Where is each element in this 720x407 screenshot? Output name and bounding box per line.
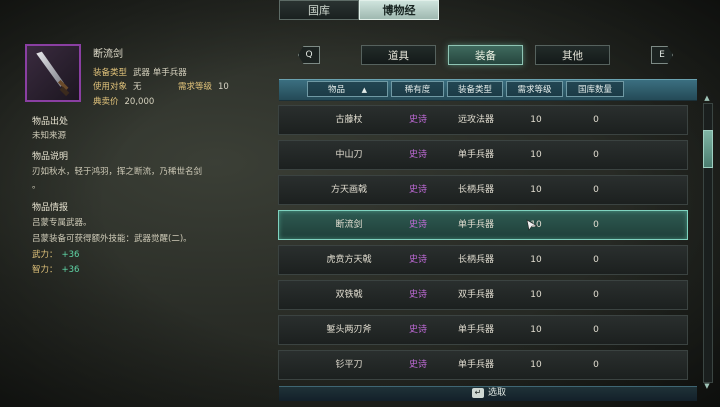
- bonus-label: 智力：: [32, 265, 58, 275]
- cell-name: 中山刀: [335, 150, 363, 160]
- stat-value: 无: [133, 82, 142, 92]
- item-name: 断流剑: [93, 49, 123, 60]
- column-header-rarity[interactable]: 稀有度: [391, 81, 444, 97]
- cell-rarity: 史诗: [408, 360, 427, 370]
- stat-required-level: 需求等级 10: [178, 80, 229, 92]
- cell-rarity: 史诗: [408, 185, 427, 195]
- cell-name: 钐平刀: [335, 360, 363, 370]
- column-header-type[interactable]: 装备类型: [447, 81, 503, 97]
- cell-count: 0: [593, 360, 599, 370]
- sort-arrow-icon: ▲: [361, 86, 368, 94]
- stat-sell-price: 典卖价 20,000: [93, 95, 154, 107]
- cell-type: 双手兵器: [457, 290, 494, 300]
- table-row-selected[interactable]: 断流剑 史诗 单手兵器 10 0: [278, 210, 688, 240]
- stat-label: 使用对象: [93, 82, 128, 92]
- column-header-level[interactable]: 需求等级: [506, 81, 563, 97]
- top-tab-bar: 国库 博物经: [279, 0, 439, 20]
- cell-type: 单手兵器: [457, 150, 494, 160]
- cell-rarity: 史诗: [408, 325, 427, 335]
- description-title: 物品说明: [32, 152, 69, 162]
- table-row[interactable]: 双铁戟 史诗 双手兵器 10 0: [278, 280, 688, 310]
- prev-category-key[interactable]: Q: [298, 46, 320, 64]
- cell-type: 长柄兵器: [457, 255, 494, 265]
- tab-others[interactable]: 其他: [535, 45, 610, 65]
- bonus-strength: 武力： +36: [32, 248, 79, 260]
- cell-level: 10: [530, 360, 542, 370]
- cell-level: 10: [530, 255, 542, 265]
- cell-type: 长柄兵器: [457, 185, 494, 195]
- column-header-item[interactable]: 物品 ▲: [307, 81, 388, 97]
- stat-user: 使用对象无: [93, 80, 142, 92]
- info-line: 吕蒙专属武器。: [32, 218, 92, 228]
- cell-count: 0: [593, 150, 599, 160]
- scrollbar-thumb[interactable]: [703, 130, 713, 168]
- cell-count: 0: [593, 290, 599, 300]
- table-row[interactable]: 钐平刀 史诗 单手兵器 10 0: [278, 350, 688, 380]
- sword-icon: [36, 51, 70, 97]
- table-row[interactable]: 古藤杖 史诗 远攻法器 10 0: [278, 105, 688, 135]
- cell-name: 方天画戟: [330, 185, 367, 195]
- origin-title: 物品出处: [32, 117, 69, 127]
- info-title: 物品情报: [32, 203, 69, 213]
- next-category-key[interactable]: E: [651, 46, 673, 64]
- select-hint[interactable]: ↵ 选取: [472, 386, 506, 400]
- cell-type: 单手兵器: [457, 325, 494, 335]
- column-header-count[interactable]: 国库数量: [566, 81, 624, 97]
- mouse-cursor-icon: [526, 219, 538, 231]
- bonus-value: +36: [61, 250, 80, 260]
- stat-equip-type: 装备类型 武器 单手兵器: [93, 66, 187, 78]
- bonus-value: +36: [61, 265, 80, 275]
- tab-equipment[interactable]: 装备: [448, 45, 523, 65]
- scroll-down-arrow-icon[interactable]: ▼: [702, 382, 712, 390]
- cell-name: 虎贲方天戟: [326, 255, 372, 265]
- cell-name: 双铁戟: [335, 290, 363, 300]
- description-line: 。: [32, 181, 41, 191]
- item-icon-frame: [25, 44, 81, 102]
- cell-count: 0: [593, 325, 599, 335]
- stat-label: 需求等级: [178, 82, 213, 92]
- description-line: 刃如秋水，轻于鸿羽，挥之断流，乃稀世名剑: [32, 167, 203, 177]
- cell-level: 10: [530, 150, 542, 160]
- cell-type: 远攻法器: [457, 115, 494, 125]
- cell-name: 古藤杖: [335, 115, 363, 125]
- table-row[interactable]: 中山刀 史诗 单手兵器 10 0: [278, 140, 688, 170]
- tab-treasury[interactable]: 国库: [279, 0, 359, 20]
- stat-label: 典卖价: [93, 97, 119, 107]
- cell-count: 0: [593, 220, 599, 230]
- column-label: 物品: [327, 85, 345, 95]
- tab-museum[interactable]: 博物经: [359, 0, 439, 20]
- tab-items[interactable]: 道具: [361, 45, 436, 65]
- cell-level: 10: [530, 115, 542, 125]
- cell-rarity: 史诗: [408, 290, 427, 300]
- select-label: 选取: [488, 388, 507, 398]
- cell-rarity: 史诗: [408, 150, 427, 160]
- cell-count: 0: [593, 115, 599, 125]
- cell-level: 10: [530, 185, 542, 195]
- table-row[interactable]: 錾头两刃斧 史诗 单手兵器 10 0: [278, 315, 688, 345]
- table-row[interactable]: 方天画戟 史诗 长柄兵器 10 0: [278, 175, 688, 205]
- cell-type: 单手兵器: [457, 360, 494, 370]
- cell-type: 单手兵器: [457, 220, 494, 230]
- cell-name: 錾头两刃斧: [326, 325, 372, 335]
- origin-text: 未知来源: [32, 131, 67, 141]
- cell-count: 0: [593, 255, 599, 265]
- bonus-label: 武力：: [32, 250, 58, 260]
- stat-value: 武器 单手兵器: [133, 68, 187, 78]
- cell-level: 10: [530, 290, 542, 300]
- enter-key-icon: ↵: [472, 388, 484, 398]
- cell-rarity: 史诗: [408, 255, 427, 265]
- table-row[interactable]: 虎贲方天戟 史诗 长柄兵器 10 0: [278, 245, 688, 275]
- cell-rarity: 史诗: [408, 115, 427, 125]
- stat-label: 装备类型: [93, 68, 128, 78]
- cell-rarity: 史诗: [408, 220, 427, 230]
- stat-value: 20,000: [124, 97, 155, 107]
- cell-name: 断流剑: [335, 220, 363, 230]
- bonus-intelligence: 智力： +36: [32, 263, 79, 275]
- cell-count: 0: [593, 185, 599, 195]
- stat-value: 10: [218, 82, 229, 92]
- scroll-up-arrow-icon[interactable]: ▲: [702, 94, 712, 102]
- info-line: 吕蒙装备可获得额外技能：武器觉醒(二)。: [32, 234, 192, 244]
- cell-level: 10: [530, 325, 542, 335]
